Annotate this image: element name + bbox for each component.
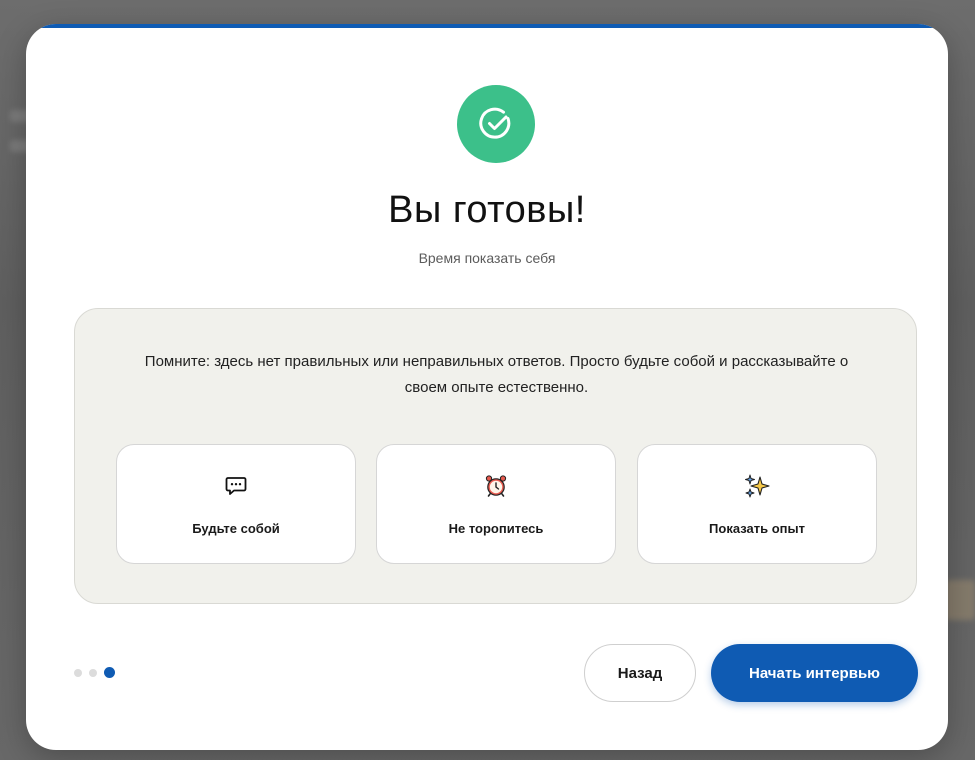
- background-image-fragment: [945, 580, 975, 620]
- modal-subtitle: Время показать себя: [418, 250, 556, 266]
- pagination-dot-active[interactable]: [104, 667, 115, 678]
- tips-text: Помните: здесь нет правильных или неправ…: [144, 353, 849, 396]
- feature-card-show-experience: Показать опыт: [637, 444, 877, 564]
- sparkles-icon: [638, 473, 876, 499]
- modal-accent-bar: [26, 24, 948, 28]
- feature-label: Будьте собой: [192, 521, 280, 536]
- start-interview-button[interactable]: Начать интервью: [711, 644, 918, 702]
- check-circle-icon: [457, 85, 535, 163]
- alarm-clock-icon: [377, 473, 615, 499]
- modal-title: Вы готовы!: [388, 189, 586, 231]
- chat-bubble-icon: [117, 473, 355, 499]
- feature-label: Показать опыт: [709, 521, 805, 536]
- feature-label: Не торопитесь: [448, 521, 544, 536]
- pagination-dot[interactable]: [74, 668, 82, 677]
- pagination-dots: [74, 667, 115, 678]
- tips-panel: Помните: здесь нет правильных или неправ…: [74, 308, 917, 604]
- ready-modal: Вы готовы! Время показать себя Помните: …: [26, 24, 948, 750]
- feature-card-be-yourself: Будьте собой: [116, 444, 356, 564]
- back-button[interactable]: Назад: [584, 644, 696, 702]
- check-icon: [479, 107, 511, 139]
- feature-card-take-time: Не торопитесь: [376, 444, 616, 564]
- pagination-dot[interactable]: [89, 668, 97, 677]
